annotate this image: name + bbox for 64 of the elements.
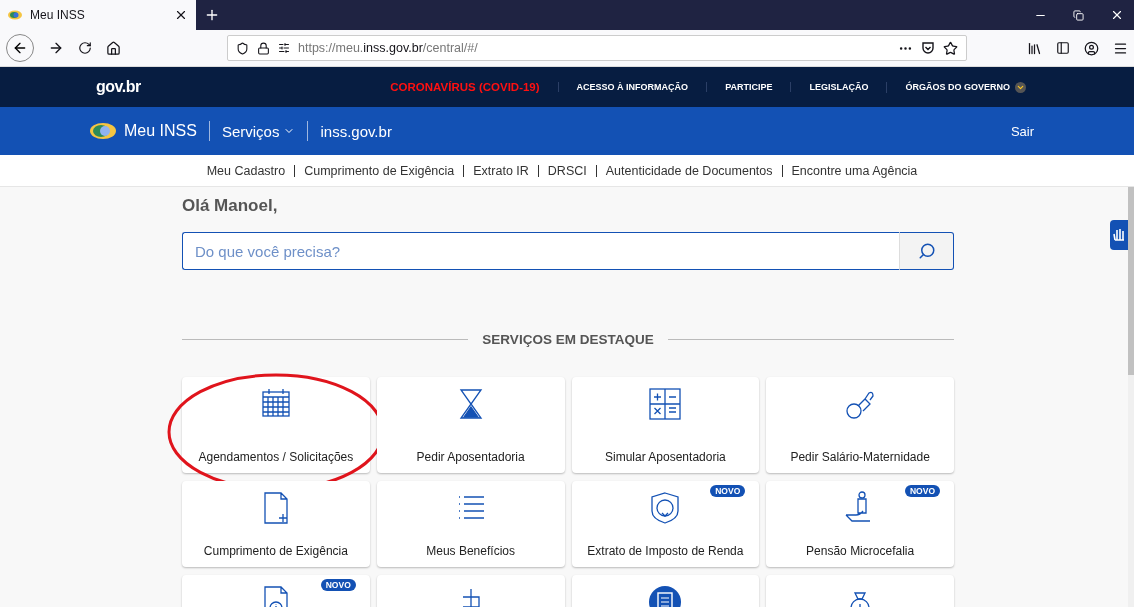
address-bar[interactable]: https://meu.inss.gov.br/central/#/: [227, 35, 967, 61]
card-label: Cumprimento de Exigência: [203, 542, 348, 559]
account-icon[interactable]: [1084, 40, 1099, 56]
nav-link[interactable]: DRSCI: [547, 163, 587, 178]
card-label: Pedir Salário-Maternidade: [790, 448, 930, 465]
site-link[interactable]: inss.gov.br: [320, 122, 392, 140]
lock-icon: [257, 41, 270, 55]
nav-link[interactable]: Meu Cadastro: [206, 163, 286, 178]
service-card[interactable]: Agendamentos / Solicitações: [182, 377, 370, 473]
card-label: Extrato de Imposto de Renda: [587, 542, 744, 559]
nav-link[interactable]: Extrato IR: [473, 163, 529, 178]
gov-bar-link[interactable]: ACESSO À INFORMAÇÃO: [557, 82, 707, 92]
inss-logo-icon: [8, 10, 22, 20]
service-card[interactable]: Pedir Aposentadoria: [376, 377, 565, 473]
sidebar-icon[interactable]: [1056, 41, 1070, 55]
bookmark-star-icon[interactable]: [943, 40, 958, 56]
new-badge: NOVO: [710, 485, 746, 497]
search-icon: [917, 242, 936, 260]
card-label: Agendamentos / Solicitações: [198, 448, 354, 465]
search-field[interactable]: Do que você precisa?: [182, 232, 900, 270]
gov-logo[interactable]: gov.br: [96, 78, 141, 96]
inss-logo-icon: [90, 122, 116, 140]
greeting: Olá Manoel,: [182, 196, 279, 216]
nav-link[interactable]: Cumprimento de Exigência: [304, 163, 455, 178]
home-icon[interactable]: [106, 40, 121, 56]
hand-icon: [1112, 228, 1126, 242]
close-icon[interactable]: [174, 8, 188, 22]
caret-icon: [1015, 81, 1026, 93]
forward-icon[interactable]: [48, 40, 64, 56]
card-label: Meus Benefícios: [426, 542, 515, 559]
restore-icon[interactable]: [1073, 9, 1084, 21]
shield-icon: [236, 41, 249, 55]
gov-bar-link[interactable]: LEGISLAÇÃO: [790, 82, 887, 92]
logout-link[interactable]: Sair: [1010, 123, 1034, 139]
tab-title: Meu INSS: [30, 8, 86, 22]
gov-bar-link[interactable]: ÓRGÃOS DO GOVERNO: [886, 81, 1044, 93]
section-title: SERVIÇOS EM DESTAQUE: [482, 332, 654, 347]
gov-bar-link[interactable]: PARTICIPE: [706, 82, 791, 92]
card-label: Pedir Aposentadoria: [416, 448, 525, 465]
close-icon[interactable]: [1110, 8, 1124, 22]
service-card[interactable]: Cumprimento de Exigência: [182, 481, 370, 567]
new-badge: NOVO: [904, 485, 940, 497]
menu-icon[interactable]: [1113, 40, 1128, 56]
brand-name[interactable]: Meu INSS: [124, 122, 197, 140]
calculator-icon: [648, 387, 683, 421]
permissions-icon: [278, 42, 290, 54]
pocket-icon[interactable]: [921, 41, 935, 55]
url-text: https://meu.inss.gov.br/central/#/: [298, 41, 479, 55]
browser-tab[interactable]: Meu INSS: [0, 0, 196, 30]
service-card[interactable]: Simular Aposentadoria: [571, 377, 760, 473]
new-badge: NOVO: [320, 579, 356, 591]
library-icon[interactable]: [1027, 40, 1042, 56]
nav-link[interactable]: Autenticidade de Documentos: [605, 163, 773, 178]
accessibility-widget[interactable]: [1110, 220, 1128, 250]
service-card[interactable]: Meus Benefícios: [376, 481, 565, 567]
services-menu[interactable]: Serviços: [221, 122, 296, 140]
search-button[interactable]: [900, 232, 954, 270]
nav-link[interactable]: Encontre uma Agência: [791, 163, 918, 178]
card-label: Pensão Microcefalia: [806, 542, 915, 559]
reload-icon[interactable]: [78, 41, 92, 55]
scrollbar[interactable]: [1128, 187, 1134, 607]
gov-bar-link[interactable]: CORONAVÍRUS (COVID-19): [372, 81, 558, 93]
card-label: Simular Aposentadoria: [605, 448, 726, 465]
service-card[interactable]: Pedir Salário-Maternidade: [766, 377, 954, 473]
